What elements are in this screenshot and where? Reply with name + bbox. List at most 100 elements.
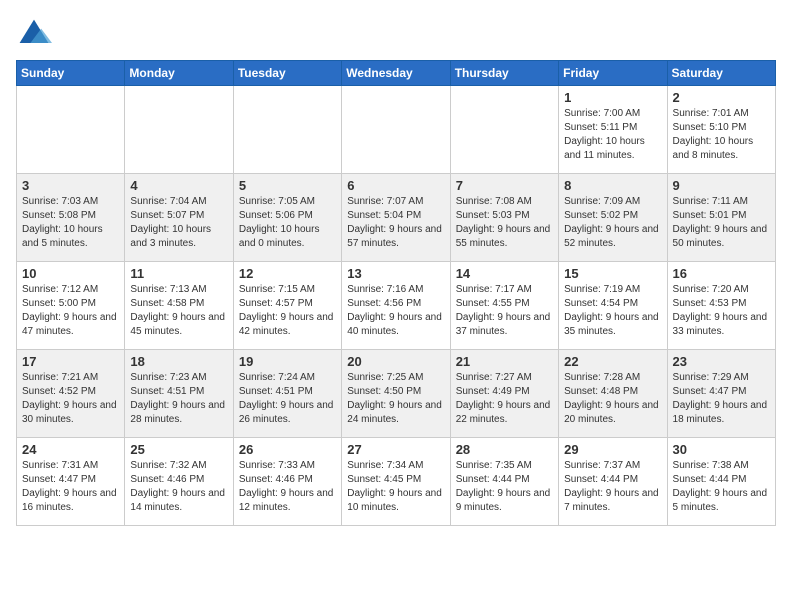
day-info: Sunrise: 7:35 AM Sunset: 4:44 PM Dayligh… xyxy=(456,459,553,515)
logo xyxy=(16,16,56,52)
calendar-cell: 25 Sunrise: 7:32 AM Sunset: 4:46 PM Dayli… xyxy=(125,438,233,526)
day-info: Sunrise: 7:03 AM Sunset: 5:08 PM Dayligh… xyxy=(22,195,119,251)
weekday-header-tuesday: Tuesday xyxy=(233,61,341,86)
calendar-week-5: 24Sunrise: 7:31 AM Sunset: 4:47 PM Dayli… xyxy=(17,438,776,526)
calendar-cell: 1 Sunrise: 7:00 AM Sunset: 5:11 PM Daylig… xyxy=(559,86,667,174)
calendar-cell: 8 Sunrise: 7:09 AM Sunset: 5:02 PM Daylig… xyxy=(559,174,667,262)
day-number: 29 xyxy=(564,442,661,457)
calendar-cell: 13Sunrise: 7:16 AM Sunset: 4:56 PM Dayli… xyxy=(342,262,450,350)
day-info: Sunrise: 7:29 AM Sunset: 4:47 PM Dayligh… xyxy=(673,371,770,427)
calendar-cell: 5Sunrise: 7:05 AM Sunset: 5:06 PM Daylig… xyxy=(233,174,341,262)
calendar-cell: 20 Sunrise: 7:25 AM Sunset: 4:50 PM Dayli… xyxy=(342,350,450,438)
day-number: 14 xyxy=(456,266,553,281)
day-info: Sunrise: 7:32 AM Sunset: 4:46 PM Dayligh… xyxy=(130,459,227,515)
calendar-cell: 15Sunrise: 7:19 AM Sunset: 4:54 PM Dayli… xyxy=(559,262,667,350)
day-number: 6 xyxy=(347,178,444,193)
day-info: Sunrise: 7:07 AM Sunset: 5:04 PM Dayligh… xyxy=(347,195,444,251)
weekday-header-row: SundayMondayTuesdayWednesdayThursdayFrid… xyxy=(17,61,776,86)
calendar-cell: 28Sunrise: 7:35 AM Sunset: 4:44 PM Dayli… xyxy=(450,438,558,526)
day-info: Sunrise: 7:25 AM Sunset: 4:50 PM Dayligh… xyxy=(347,371,444,427)
day-number: 2 xyxy=(673,90,770,105)
calendar-cell: 2 Sunrise: 7:01 AM Sunset: 5:10 PM Daylig… xyxy=(667,86,775,174)
weekday-header-saturday: Saturday xyxy=(667,61,775,86)
day-number: 10 xyxy=(22,266,119,281)
day-info: Sunrise: 7:37 AM Sunset: 4:44 PM Dayligh… xyxy=(564,459,661,515)
day-info: Sunrise: 7:27 AM Sunset: 4:49 PM Dayligh… xyxy=(456,371,553,427)
day-number: 9 xyxy=(673,178,770,193)
calendar-cell: 12 Sunrise: 7:15 AM Sunset: 4:57 PM Dayli… xyxy=(233,262,341,350)
calendar-cell xyxy=(342,86,450,174)
day-info: Sunrise: 7:05 AM Sunset: 5:06 PM Dayligh… xyxy=(239,195,336,251)
calendar-week-3: 10 Sunrise: 7:12 AM Sunset: 5:00 PM Dayli… xyxy=(17,262,776,350)
calendar-cell: 27 Sunrise: 7:34 AM Sunset: 4:45 PM Dayli… xyxy=(342,438,450,526)
weekday-header-friday: Friday xyxy=(559,61,667,86)
calendar-cell: 29 Sunrise: 7:37 AM Sunset: 4:44 PM Dayli… xyxy=(559,438,667,526)
day-number: 8 xyxy=(564,178,661,193)
day-info: Sunrise: 7:17 AM Sunset: 4:55 PM Dayligh… xyxy=(456,283,553,339)
calendar-cell: 3 Sunrise: 7:03 AM Sunset: 5:08 PM Daylig… xyxy=(17,174,125,262)
day-info: Sunrise: 7:08 AM Sunset: 5:03 PM Dayligh… xyxy=(456,195,553,251)
page-header xyxy=(16,16,776,52)
day-number: 11 xyxy=(130,266,227,281)
calendar-cell: 23Sunrise: 7:29 AM Sunset: 4:47 PM Dayli… xyxy=(667,350,775,438)
weekday-header-thursday: Thursday xyxy=(450,61,558,86)
calendar-cell: 18 Sunrise: 7:23 AM Sunset: 4:51 PM Dayli… xyxy=(125,350,233,438)
calendar-cell: 11 Sunrise: 7:13 AM Sunset: 4:58 PM Dayli… xyxy=(125,262,233,350)
day-number: 20 xyxy=(347,354,444,369)
day-info: Sunrise: 7:31 AM Sunset: 4:47 PM Dayligh… xyxy=(22,459,119,515)
calendar-cell: 7Sunrise: 7:08 AM Sunset: 5:03 PM Daylig… xyxy=(450,174,558,262)
day-number: 22 xyxy=(564,354,661,369)
weekday-header-wednesday: Wednesday xyxy=(342,61,450,86)
day-number: 12 xyxy=(239,266,336,281)
day-info: Sunrise: 7:00 AM Sunset: 5:11 PM Dayligh… xyxy=(564,107,661,163)
calendar-cell: 26 Sunrise: 7:33 AM Sunset: 4:46 PM Dayli… xyxy=(233,438,341,526)
day-number: 26 xyxy=(239,442,336,457)
calendar-cell xyxy=(125,86,233,174)
day-info: Sunrise: 7:21 AM Sunset: 4:52 PM Dayligh… xyxy=(22,371,119,427)
calendar-cell: 10 Sunrise: 7:12 AM Sunset: 5:00 PM Dayli… xyxy=(17,262,125,350)
day-info: Sunrise: 7:38 AM Sunset: 4:44 PM Dayligh… xyxy=(673,459,770,515)
day-info: Sunrise: 7:09 AM Sunset: 5:02 PM Dayligh… xyxy=(564,195,661,251)
logo-icon xyxy=(16,16,52,52)
day-number: 21 xyxy=(456,354,553,369)
day-info: Sunrise: 7:15 AM Sunset: 4:57 PM Dayligh… xyxy=(239,283,336,339)
calendar-cell: 4Sunrise: 7:04 AM Sunset: 5:07 PM Daylig… xyxy=(125,174,233,262)
day-info: Sunrise: 7:33 AM Sunset: 4:46 PM Dayligh… xyxy=(239,459,336,515)
day-number: 18 xyxy=(130,354,227,369)
calendar-week-4: 17Sunrise: 7:21 AM Sunset: 4:52 PM Dayli… xyxy=(17,350,776,438)
calendar-week-1: 1 Sunrise: 7:00 AM Sunset: 5:11 PM Daylig… xyxy=(17,86,776,174)
day-number: 4 xyxy=(130,178,227,193)
calendar-cell: 22 Sunrise: 7:28 AM Sunset: 4:48 PM Dayli… xyxy=(559,350,667,438)
calendar-cell: 14 Sunrise: 7:17 AM Sunset: 4:55 PM Dayli… xyxy=(450,262,558,350)
day-info: Sunrise: 7:19 AM Sunset: 4:54 PM Dayligh… xyxy=(564,283,661,339)
calendar-cell: 19Sunrise: 7:24 AM Sunset: 4:51 PM Dayli… xyxy=(233,350,341,438)
calendar-cell xyxy=(450,86,558,174)
calendar-cell: 30 Sunrise: 7:38 AM Sunset: 4:44 PM Dayli… xyxy=(667,438,775,526)
calendar-cell: 21 Sunrise: 7:27 AM Sunset: 4:49 PM Dayli… xyxy=(450,350,558,438)
day-info: Sunrise: 7:01 AM Sunset: 5:10 PM Dayligh… xyxy=(673,107,770,163)
day-info: Sunrise: 7:23 AM Sunset: 4:51 PM Dayligh… xyxy=(130,371,227,427)
day-info: Sunrise: 7:34 AM Sunset: 4:45 PM Dayligh… xyxy=(347,459,444,515)
calendar-week-2: 3 Sunrise: 7:03 AM Sunset: 5:08 PM Daylig… xyxy=(17,174,776,262)
day-info: Sunrise: 7:12 AM Sunset: 5:00 PM Dayligh… xyxy=(22,283,119,339)
weekday-header-monday: Monday xyxy=(125,61,233,86)
day-info: Sunrise: 7:16 AM Sunset: 4:56 PM Dayligh… xyxy=(347,283,444,339)
calendar-cell: 9 Sunrise: 7:11 AM Sunset: 5:01 PM Daylig… xyxy=(667,174,775,262)
day-info: Sunrise: 7:11 AM Sunset: 5:01 PM Dayligh… xyxy=(673,195,770,251)
day-number: 27 xyxy=(347,442,444,457)
calendar-cell xyxy=(17,86,125,174)
day-number: 16 xyxy=(673,266,770,281)
calendar-cell: 6 Sunrise: 7:07 AM Sunset: 5:04 PM Daylig… xyxy=(342,174,450,262)
day-number: 1 xyxy=(564,90,661,105)
day-number: 19 xyxy=(239,354,336,369)
calendar-cell: 24Sunrise: 7:31 AM Sunset: 4:47 PM Dayli… xyxy=(17,438,125,526)
calendar-table: SundayMondayTuesdayWednesdayThursdayFrid… xyxy=(16,60,776,526)
day-info: Sunrise: 7:20 AM Sunset: 4:53 PM Dayligh… xyxy=(673,283,770,339)
weekday-header-sunday: Sunday xyxy=(17,61,125,86)
day-number: 30 xyxy=(673,442,770,457)
day-info: Sunrise: 7:13 AM Sunset: 4:58 PM Dayligh… xyxy=(130,283,227,339)
calendar-cell: 16 Sunrise: 7:20 AM Sunset: 4:53 PM Dayli… xyxy=(667,262,775,350)
day-number: 3 xyxy=(22,178,119,193)
day-number: 25 xyxy=(130,442,227,457)
day-info: Sunrise: 7:28 AM Sunset: 4:48 PM Dayligh… xyxy=(564,371,661,427)
